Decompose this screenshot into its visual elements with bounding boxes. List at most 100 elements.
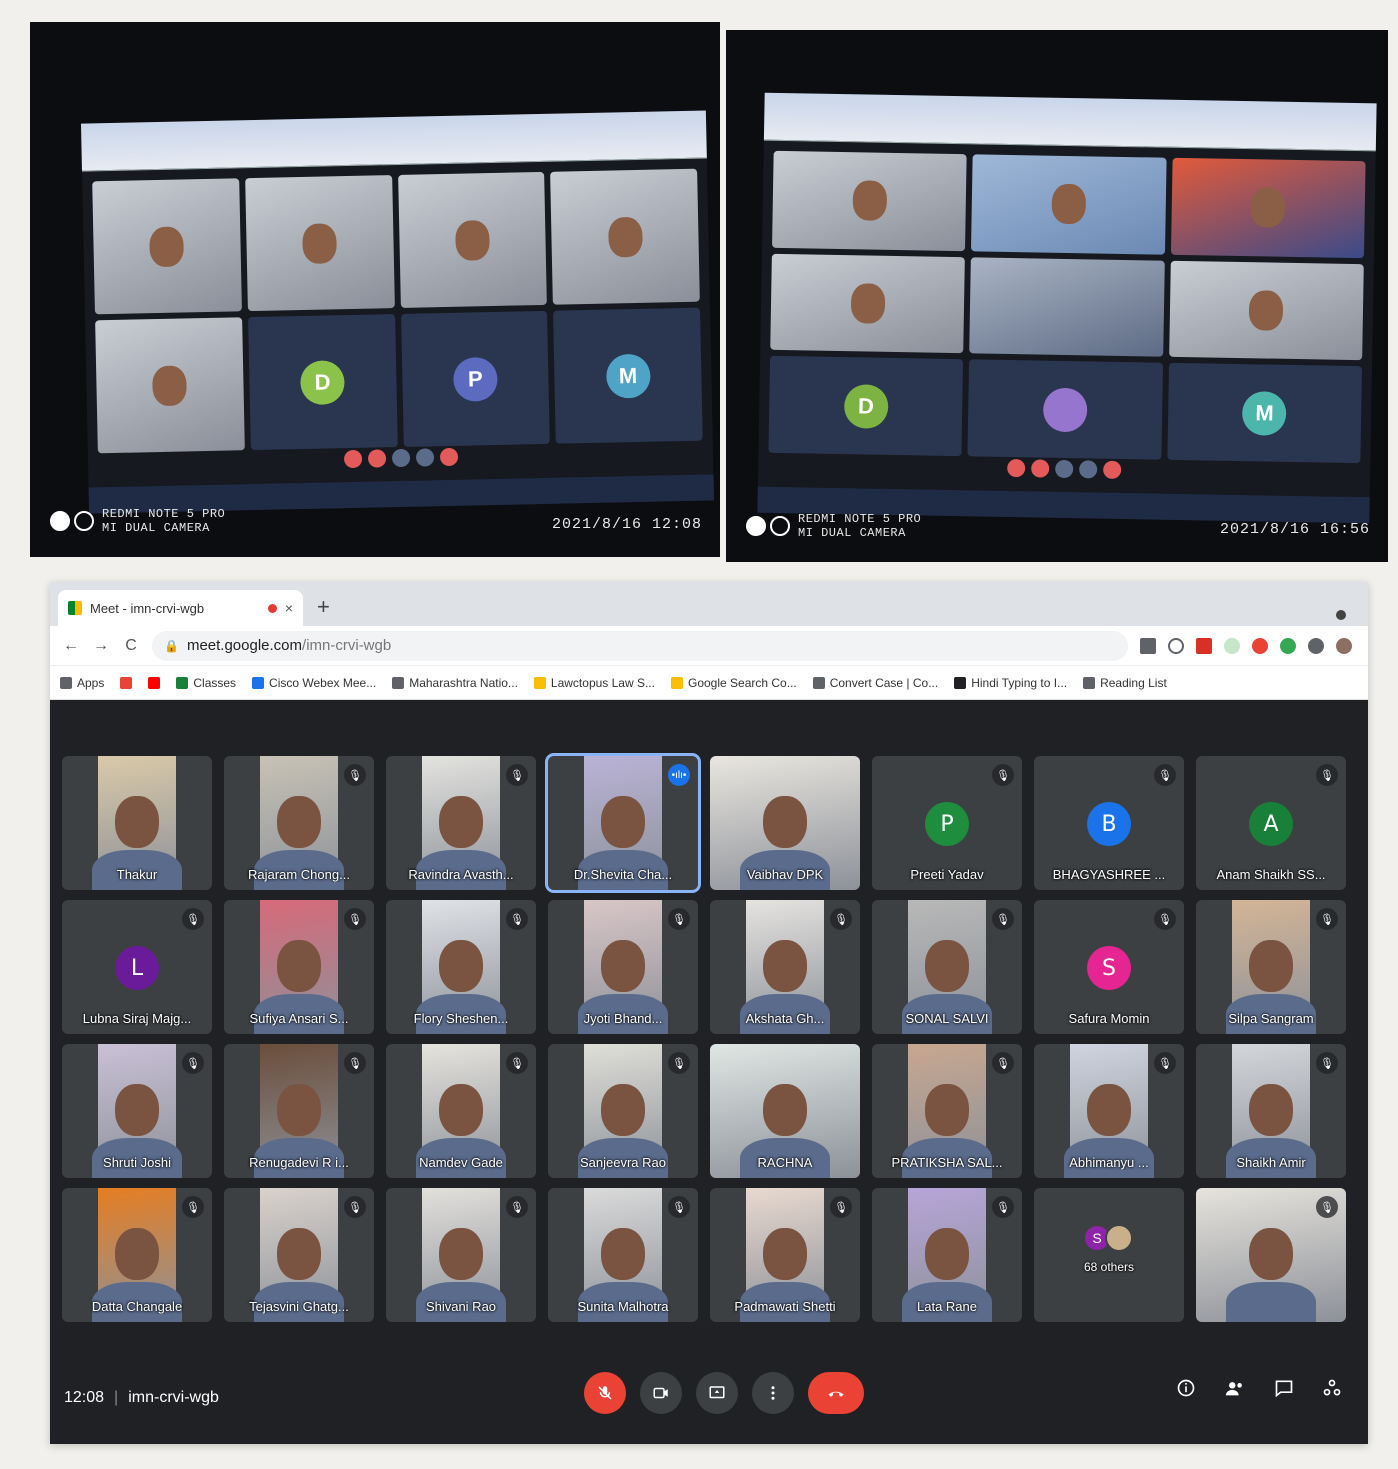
bookmark-label: Convert Case | Co...	[829, 675, 939, 690]
participant-tile[interactable]: Thakur	[62, 756, 212, 890]
bookmark[interactable]: Lawctopus Law S...	[533, 676, 655, 690]
participant-face	[763, 1084, 807, 1137]
participant-tile[interactable]: B 🎙 BHAGYASHREE ...	[1034, 756, 1184, 890]
participant-tile[interactable]: 🎙	[1196, 1188, 1346, 1322]
participant-tile[interactable]: 🎙 Datta Changale	[62, 1188, 212, 1322]
participant-face	[601, 940, 645, 993]
youtube-icon[interactable]	[148, 676, 161, 689]
bookmark-label: Reading List	[1100, 675, 1167, 690]
participant-tile[interactable]: S 🎙 Safura Momin	[1034, 900, 1184, 1034]
bookmark[interactable]: Apps	[60, 676, 104, 690]
participant-tile[interactable]: 🎙 Lata Rane	[872, 1188, 1022, 1322]
participant-tile[interactable]: 🎙 Akshata Gh...	[710, 900, 860, 1034]
participant-tile[interactable]: 🎙 PRATIKSHA SAL...	[872, 1044, 1022, 1178]
new-tab-button[interactable]: +	[317, 594, 330, 620]
camera-button[interactable]	[640, 1372, 682, 1414]
participant-tile[interactable]: 🎙 Shaikh Amir	[1196, 1044, 1346, 1178]
mic-off-button[interactable]	[584, 1372, 626, 1414]
participant-face	[763, 796, 807, 849]
monitor-tile	[244, 175, 395, 312]
participant-name: Abhimanyu ...	[1069, 1155, 1149, 1170]
bookmark[interactable]: Reading List	[1083, 676, 1167, 690]
participant-tile[interactable]: 🎙 Shivani Rao	[386, 1188, 536, 1322]
participant-tile[interactable]: 🎙 Ravindra Avasth...	[386, 756, 536, 890]
participant-face	[277, 796, 321, 849]
close-tab-button[interactable]: ×	[285, 600, 293, 616]
participant-tile[interactable]: Vaibhav DPK	[710, 756, 860, 890]
back-button[interactable]: ←	[62, 637, 80, 655]
extension-icon[interactable]	[1196, 637, 1212, 654]
participant-tile[interactable]: 🎙 Renugadevi R i...	[224, 1044, 374, 1178]
participant-tile[interactable]: 🎙 SONAL SALVI	[872, 900, 1022, 1034]
tab-meet[interactable]: Meet - imn-crvi-wgb ×	[58, 590, 303, 626]
mic-off-icon	[598, 1386, 612, 1400]
participant-face	[1249, 1228, 1293, 1281]
avatar[interactable]	[1336, 637, 1352, 654]
tab-bar: Meet - imn-crvi-wgb × +	[50, 582, 1368, 626]
mic-off-icon: 🎙	[992, 908, 1014, 930]
reload-button[interactable]: C	[122, 637, 140, 655]
participant-tile[interactable]: 🎙 Silpa Sangram	[1196, 900, 1346, 1034]
bookmark[interactable]: Maharashtra Natio...	[392, 676, 518, 690]
mic-off-icon: 🎙	[344, 908, 366, 930]
address-bar[interactable]: 🔒 meet.google.com/imn-crvi-wgb	[152, 630, 1128, 661]
participant-tile[interactable]: RACHNA	[710, 1044, 860, 1178]
participant-name: Padmawati Shetti	[734, 1299, 836, 1314]
avatar	[1042, 387, 1088, 433]
lock-icon: 🔒	[164, 638, 179, 653]
bookmark[interactable]: Google Search Co...	[670, 676, 797, 690]
extension-icon[interactable]	[1280, 637, 1296, 654]
puzzle-icon[interactable]	[1308, 637, 1324, 654]
participant-tile[interactable]: L 🎙 Lubna Siraj Majg...	[62, 900, 212, 1034]
participant-tile[interactable]: 🎙 Padmawati Shetti	[710, 1188, 860, 1322]
url-host: meet.google.com	[186, 637, 303, 654]
bookmark[interactable]: Convert Case | Co...	[812, 675, 939, 690]
participant-tile[interactable]: 🎙 Namdev Gade	[386, 1044, 536, 1178]
extension-icon[interactable]	[1252, 637, 1268, 654]
others-avatars: S	[1083, 1224, 1133, 1252]
avatar: M	[605, 353, 651, 399]
participant-face	[277, 940, 321, 993]
leave-call-button[interactable]	[808, 1372, 864, 1414]
participant-name: Preeti Yadav	[910, 867, 984, 882]
participant-tile[interactable]: P 🎙 Preeti Yadav	[872, 756, 1022, 890]
star-icon[interactable]	[1168, 637, 1184, 654]
participant-face	[115, 1228, 159, 1281]
forward-button[interactable]: →	[92, 637, 110, 655]
participant-tile[interactable]: 🎙 Sunita Malhotra	[548, 1188, 698, 1322]
camera-icon[interactable]	[1140, 637, 1156, 654]
bookmark-label: Maharashtra Natio...	[409, 675, 518, 690]
extension-icon[interactable]	[1224, 637, 1240, 654]
participant-tile[interactable]: 🎙 Sufiya Ansari S...	[224, 900, 374, 1034]
info-icon[interactable]	[1176, 1378, 1196, 1406]
bookmark[interactable]: Classes	[176, 676, 236, 690]
bookmark[interactable]: Cisco Webex Mee...	[252, 676, 376, 690]
mic-off-icon: 🎙	[344, 1052, 366, 1074]
participant-face	[925, 1084, 969, 1137]
participant-tile[interactable]: 🎙 Jyoti Bhand...	[548, 900, 698, 1034]
others-tile[interactable]: S 68 others	[1034, 1188, 1184, 1322]
profile-dot-icon[interactable]	[1336, 610, 1346, 620]
participant-tile[interactable]: A 🎙 Anam Shaikh SS...	[1196, 756, 1346, 890]
camera-label: MI DUAL CAMERA	[798, 526, 906, 540]
participant-tile[interactable]: 🎙 Flory Sheshen...	[386, 900, 536, 1034]
avatar: L	[115, 946, 159, 990]
more-options-button[interactable]	[752, 1372, 794, 1414]
participant-tile[interactable]: 🎙 Sanjeevra Rao	[548, 1044, 698, 1178]
speaking-indicator-icon: •ılı•	[668, 764, 690, 786]
participant-tile[interactable]: 🎙 Rajaram Chong...	[224, 756, 374, 890]
gmail-icon[interactable]	[120, 676, 133, 689]
mic-off-icon: 🎙	[992, 1196, 1014, 1218]
participant-name: BHAGYASHREE ...	[1052, 867, 1166, 882]
chat-icon[interactable]	[1274, 1378, 1294, 1406]
people-icon[interactable]	[1224, 1378, 1246, 1406]
bookmark[interactable]: Hindi Typing to I...	[954, 676, 1067, 690]
participant-tile[interactable]: 🎙 Abhimanyu ...	[1034, 1044, 1184, 1178]
meet-icon	[68, 601, 82, 615]
participant-tile[interactable]: •ılı• Dr.Shevita Cha...	[545, 753, 701, 893]
participant-face	[601, 796, 645, 849]
participant-tile[interactable]: 🎙 Tejasvini Ghatg...	[224, 1188, 374, 1322]
participant-tile[interactable]: 🎙 Shruti Joshi	[62, 1044, 212, 1178]
activities-icon[interactable]	[1322, 1378, 1342, 1406]
present-button[interactable]	[696, 1372, 738, 1414]
